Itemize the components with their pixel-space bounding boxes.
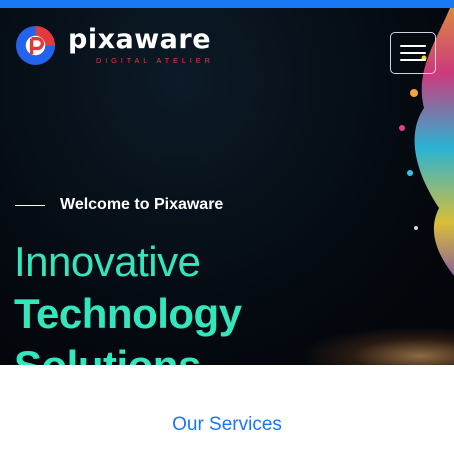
hero-heading-line3: Solutions	[14, 342, 201, 365]
section-title-services[interactable]: Our Services	[0, 414, 454, 436]
top-accent-bar	[0, 0, 454, 8]
